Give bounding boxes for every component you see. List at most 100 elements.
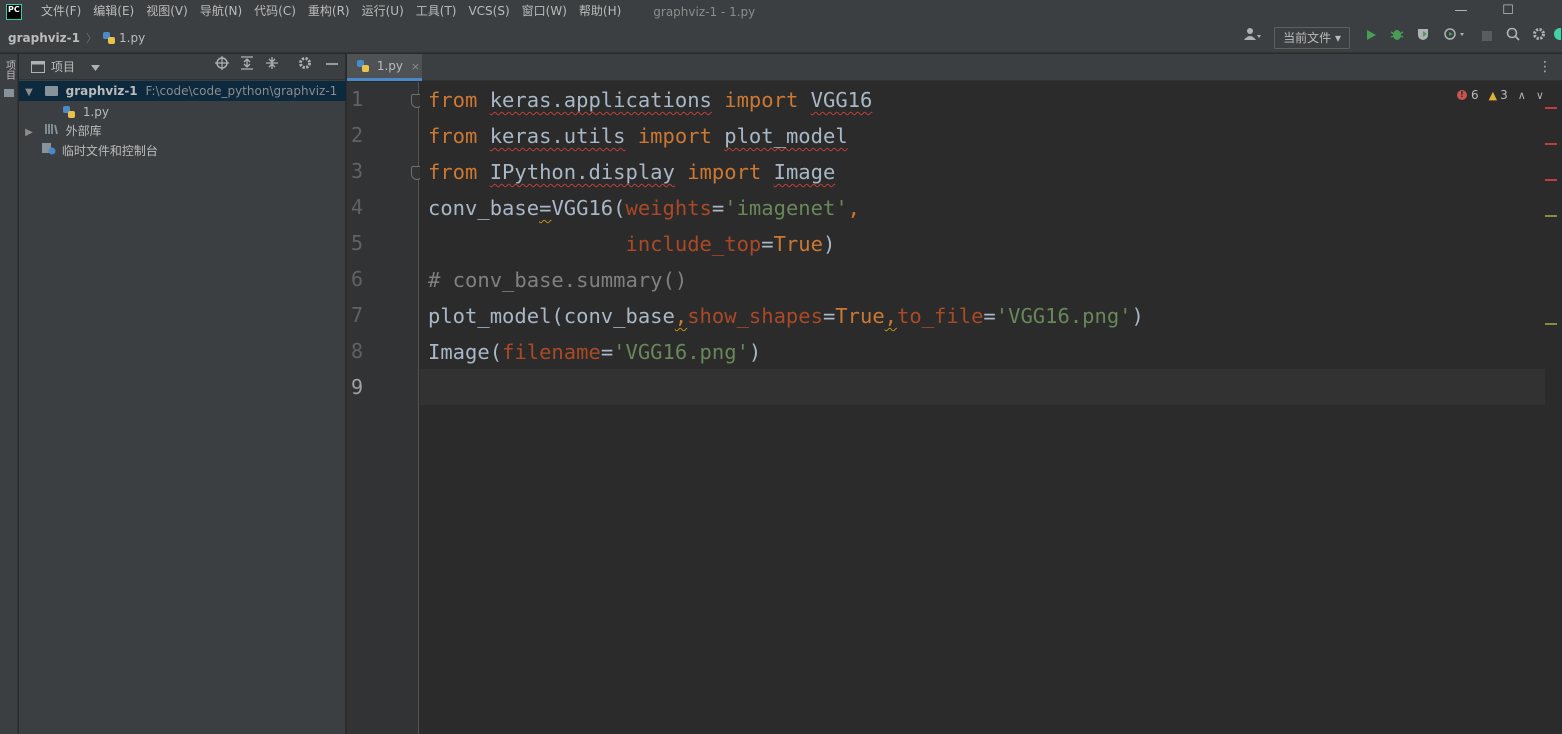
operator: = (983, 304, 996, 328)
profile-icon[interactable] (1436, 24, 1474, 52)
collapse-all-icon[interactable] (259, 54, 285, 80)
library-icon (44, 124, 63, 138)
maximize-button[interactable]: ☐ (1485, 0, 1531, 24)
tree-row-file[interactable]: 1.py (63, 102, 109, 122)
parameter: weights (625, 196, 712, 220)
left-tool-stripe: 项目 (0, 54, 18, 734)
plugin-icon[interactable] (1552, 24, 1562, 52)
project-tool-window-button[interactable]: 项目 (2, 60, 16, 97)
python-file-icon (63, 106, 75, 118)
locate-icon[interactable] (209, 54, 235, 80)
warning-marker[interactable] (1545, 215, 1557, 217)
module-name: IPython.display (489, 160, 675, 184)
code-line-8: Image(filename='VGG16.png') (428, 334, 761, 370)
next-highlight-icon[interactable]: ∨ (1536, 89, 1544, 102)
inspection-widget[interactable]: ! 6 ▲ 3 ∧ ∨ (1457, 86, 1544, 104)
minimize-button[interactable]: — (1438, 0, 1484, 24)
project-panel-header: 项目 (19, 54, 345, 80)
project-panel: 项目 ▼ graphviz-1 F:\code\code_python\grap… (19, 54, 346, 734)
folder-icon (44, 86, 58, 96)
search-icon[interactable] (1500, 24, 1526, 52)
navigation-bar: graphviz-1 〉 1.py 当前文件 ▾ (0, 24, 1562, 53)
error-icon: ! (1457, 90, 1467, 100)
menu-tools[interactable]: 工具(T) (410, 0, 463, 24)
warning-icon: ▲ (1488, 88, 1498, 102)
string: 'VGG16.png' (613, 340, 749, 364)
collapsed-arrow-icon[interactable]: ▶ (23, 123, 35, 143)
close-icon[interactable]: × (411, 60, 420, 73)
menu-refactor[interactable]: 重构(R) (302, 0, 356, 24)
run-icon[interactable] (1358, 24, 1384, 52)
line-number: 9 (351, 375, 364, 399)
menu-help[interactable]: 帮助(H) (573, 0, 627, 24)
previous-highlight-icon[interactable]: ∧ (1518, 89, 1526, 102)
debug-icon[interactable] (1384, 24, 1410, 52)
error-marker[interactable] (1545, 179, 1557, 181)
project-stripe-label: 项目 (3, 60, 15, 80)
tree-item-label: 临时文件和控制台 (61, 144, 158, 158)
hide-icon[interactable] (319, 54, 345, 80)
menu-vcs[interactable]: VCS(S) (462, 0, 515, 24)
line-number: 2 (351, 123, 364, 147)
keyword: import (637, 124, 712, 148)
code-editor[interactable]: from keras.applications import VGG16 fro… (420, 82, 1557, 734)
user-icon[interactable] (1238, 24, 1268, 52)
line-number: 5 (351, 231, 364, 255)
tree-row-scratches[interactable]: 临时文件和控制台 (41, 141, 158, 161)
menu-navigate[interactable]: 导航(N) (194, 0, 248, 24)
gear-icon[interactable] (292, 54, 318, 80)
call: plot_model(conv_base (428, 304, 675, 328)
string: 'VGG16.png' (995, 304, 1132, 328)
operator: = (539, 196, 552, 220)
project-root-name: graphviz-1 (65, 84, 138, 98)
settings-icon[interactable] (1526, 24, 1552, 52)
breadcrumb-project[interactable]: graphviz-1 (8, 31, 80, 45)
breadcrumb-file[interactable]: 1.py (119, 31, 145, 45)
menu-code[interactable]: 代码(C) (248, 0, 302, 24)
line-number: 1 (351, 87, 364, 111)
punctuation: , (884, 304, 898, 328)
keyword: True (773, 232, 823, 256)
call: VGG16( (551, 196, 626, 220)
error-marker[interactable] (1545, 143, 1557, 145)
operator: = (822, 304, 836, 328)
identifier: Image (773, 160, 836, 184)
parameter: show_shapes (687, 304, 823, 328)
expand-all-icon[interactable] (234, 54, 260, 80)
menu-file[interactable]: 文件(F) (35, 0, 87, 24)
code-line-4: conv_base=VGG16(weights='imagenet', (428, 190, 860, 226)
tab-1py[interactable]: 1.py × (347, 54, 422, 81)
punctuation: ) (1131, 304, 1144, 328)
tree-item-label: 外部库 (65, 124, 102, 138)
run-configuration-select[interactable]: 当前文件 ▾ (1274, 27, 1350, 49)
more-icon[interactable]: ⋮ (1538, 54, 1552, 81)
code-line-7: plot_model(conv_base,show_shapes=True,to… (428, 298, 1144, 334)
project-panel-title[interactable]: 项目 (51, 58, 75, 75)
call: Image( (428, 340, 503, 364)
menu-view[interactable]: 视图(V) (140, 0, 194, 24)
tree-row-external-libraries[interactable]: ▶ 外部库 (23, 121, 102, 141)
menu-window[interactable]: 窗口(W) (516, 0, 573, 24)
editor-gutter: 1 2 3 4 5 6 7 8 9 (347, 82, 423, 734)
parameter: include_top (625, 232, 762, 256)
error-stripe (1545, 82, 1562, 734)
error-marker[interactable] (1545, 107, 1557, 109)
menu-edit[interactable]: 编辑(E) (87, 0, 140, 24)
coverage-icon[interactable] (1410, 24, 1436, 52)
chevron-down-icon[interactable] (91, 60, 101, 74)
warning-marker[interactable] (1545, 323, 1557, 325)
expand-arrow-icon[interactable]: ▼ (23, 83, 35, 103)
stop-icon[interactable] (1474, 24, 1500, 52)
comment: # conv_base.summary() (428, 268, 688, 292)
code-line-1: from keras.applications import VGG16 (428, 82, 872, 118)
menu-run[interactable]: 运行(U) (356, 0, 410, 24)
tree-row-project-root[interactable]: ▼ graphviz-1 F:\code\code_python\graphvi… (19, 81, 346, 101)
line-number: 3 (351, 159, 364, 183)
code-line-3: from IPython.display import Image (428, 154, 835, 190)
menu-bar: 文件(F) 编辑(E) 视图(V) 导航(N) 代码(C) 重构(R) 运行(U… (35, 0, 627, 24)
main-toolbar: 当前文件 ▾ (1238, 24, 1562, 52)
